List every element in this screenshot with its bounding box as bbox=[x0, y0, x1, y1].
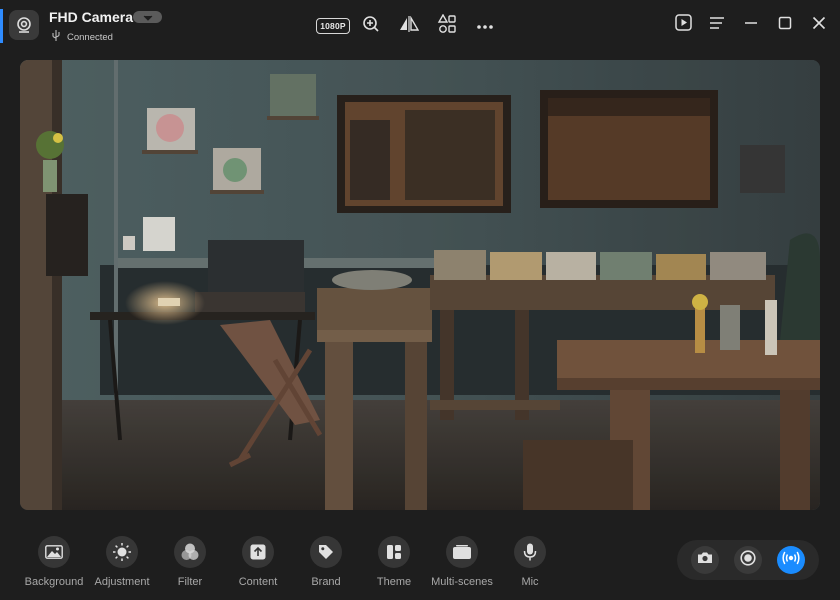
circles-icon bbox=[174, 536, 206, 568]
tool-brand[interactable]: Brand bbox=[292, 536, 360, 588]
zoom-in-button[interactable] bbox=[358, 14, 384, 38]
tool-label: Background bbox=[24, 576, 84, 588]
tag-icon bbox=[310, 536, 342, 568]
menu-icon bbox=[709, 16, 725, 35]
live-stream-button[interactable] bbox=[777, 546, 806, 574]
active-indicator bbox=[0, 9, 3, 43]
mic-icon bbox=[514, 536, 546, 568]
tool-adjustment[interactable]: Adjustment bbox=[88, 536, 156, 588]
maximize-icon bbox=[778, 16, 792, 35]
upload-icon bbox=[242, 536, 274, 568]
camera-preview[interactable] bbox=[20, 60, 820, 510]
tool-label: Filter bbox=[177, 576, 203, 588]
capture-controls bbox=[677, 540, 819, 580]
chevron-down-icon bbox=[143, 8, 153, 26]
snapshot-button[interactable] bbox=[690, 546, 719, 574]
zoom-in-icon bbox=[362, 15, 380, 38]
app-title: FHD Camera bbox=[49, 9, 134, 25]
more-button[interactable] bbox=[472, 14, 498, 38]
panel-button[interactable] bbox=[670, 12, 696, 38]
sun-icon bbox=[106, 536, 138, 568]
title-bar: FHD Camera Connected 1080P bbox=[0, 0, 840, 52]
tool-label: Mic bbox=[521, 576, 539, 588]
record-button[interactable] bbox=[733, 546, 762, 574]
tool-label: Adjustment bbox=[94, 576, 150, 588]
tool-label: Content bbox=[238, 576, 278, 588]
tool-list: Background Adjustment Filter Content Bra… bbox=[20, 536, 564, 588]
webcam-icon[interactable] bbox=[9, 10, 39, 40]
menu-button[interactable] bbox=[704, 12, 730, 38]
layout-icon bbox=[378, 536, 410, 568]
minimize-icon bbox=[744, 16, 758, 35]
live-icon bbox=[781, 550, 801, 571]
connection-status: Connected bbox=[51, 30, 113, 44]
effects-button[interactable] bbox=[434, 13, 460, 39]
bottom-toolbar: Background Adjustment Filter Content Bra… bbox=[0, 520, 840, 600]
tool-mic[interactable]: Mic bbox=[496, 536, 564, 588]
record-icon bbox=[740, 549, 756, 571]
play-panel-icon bbox=[674, 14, 692, 36]
minimize-button[interactable] bbox=[738, 12, 764, 38]
close-button[interactable] bbox=[806, 12, 832, 38]
camera-icon bbox=[697, 551, 713, 569]
mirror-button[interactable] bbox=[396, 14, 422, 38]
scenes-icon bbox=[446, 536, 478, 568]
maximize-button[interactable] bbox=[772, 12, 798, 38]
tool-label: Theme bbox=[376, 576, 412, 588]
resolution-badge: 1080P bbox=[316, 18, 350, 34]
close-icon bbox=[812, 16, 826, 35]
top-toolbar: 1080P bbox=[316, 13, 498, 39]
shapes-icon bbox=[437, 13, 457, 39]
mirror-icon bbox=[399, 14, 420, 37]
status-text: Connected bbox=[67, 31, 113, 43]
tool-background[interactable]: Background bbox=[20, 536, 88, 588]
tool-label: Brand bbox=[311, 576, 341, 588]
tool-filter[interactable]: Filter bbox=[156, 536, 224, 588]
more-icon bbox=[476, 17, 494, 35]
resolution-button[interactable]: 1080P bbox=[316, 14, 350, 38]
window-controls bbox=[670, 12, 832, 38]
tool-content[interactable]: Content bbox=[224, 536, 292, 588]
tool-multi-scenes[interactable]: Multi-scenes bbox=[428, 536, 496, 588]
tool-theme[interactable]: Theme bbox=[360, 536, 428, 588]
camera-dropdown[interactable] bbox=[133, 11, 162, 23]
image-icon bbox=[38, 536, 70, 568]
usb-icon bbox=[51, 30, 61, 44]
tool-label: Multi-scenes bbox=[431, 576, 493, 588]
camera-feed-image bbox=[20, 60, 820, 510]
